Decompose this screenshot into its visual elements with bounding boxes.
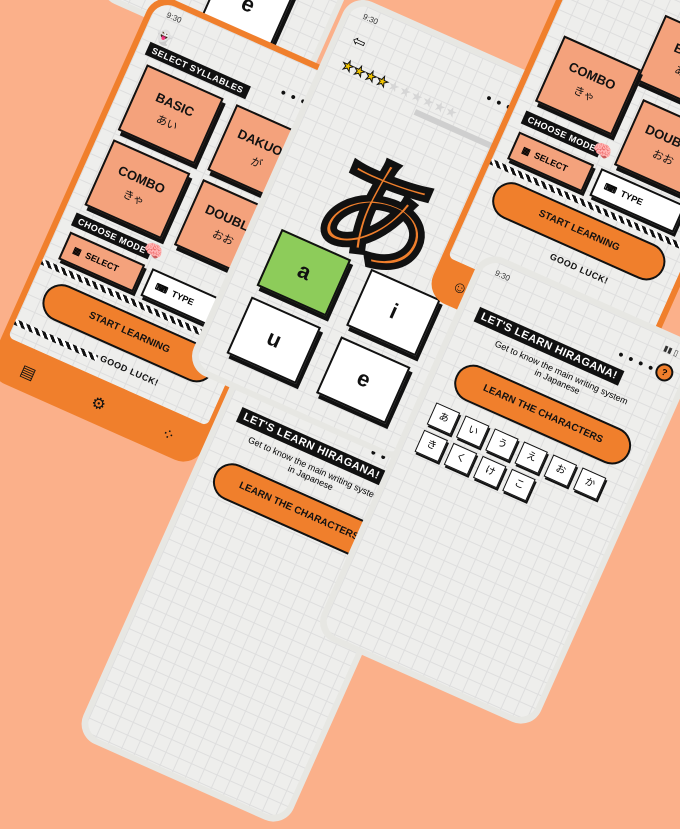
signal-icon: ▮▮ ▯ [662,343,680,359]
mode-type-label: TYPE [169,288,196,308]
mode-select-label: SELECT [83,250,121,274]
char-key[interactable]: か [572,467,607,500]
char-key[interactable]: け [472,455,507,489]
star-progress: ★★★★★★★★★★ [338,55,461,124]
answer-tile-u[interactable]: u [226,296,322,384]
char-key[interactable]: う [485,428,519,461]
help-button[interactable]: ? [652,360,677,385]
book-icon[interactable]: ▤ [17,360,39,384]
status-time: 9:30 [361,12,380,27]
char-key[interactable]: き [414,429,449,463]
card-basic-kana: あい [672,63,680,84]
gear-icon[interactable]: ⚙ [88,392,109,416]
apps-icon[interactable]: ⁘ [158,423,178,447]
mode-type-label: TYPE [618,188,645,208]
grid-icon: ▦ [520,144,533,157]
card-combo[interactable]: COMBO きゃ [534,35,641,136]
char-key[interactable]: え [514,441,548,474]
answer-tile-e[interactable]: e [315,336,411,424]
keyboard-icon: ⌨ [153,280,170,296]
char-key[interactable]: く [443,442,478,476]
char-key[interactable]: い [455,415,490,448]
char-key[interactable]: こ [502,468,536,502]
status-time: 9:30 [165,10,183,26]
status-time: 9:30 [493,268,512,284]
char-key[interactable]: お [543,454,578,487]
mode-select-label: SELECT [532,150,570,174]
grid-icon: ▦ [71,244,84,257]
back-arrow-icon[interactable]: ⇦ [349,30,369,54]
keyboard-icon: ⌨ [602,180,619,196]
char-key[interactable]: あ [426,402,461,435]
